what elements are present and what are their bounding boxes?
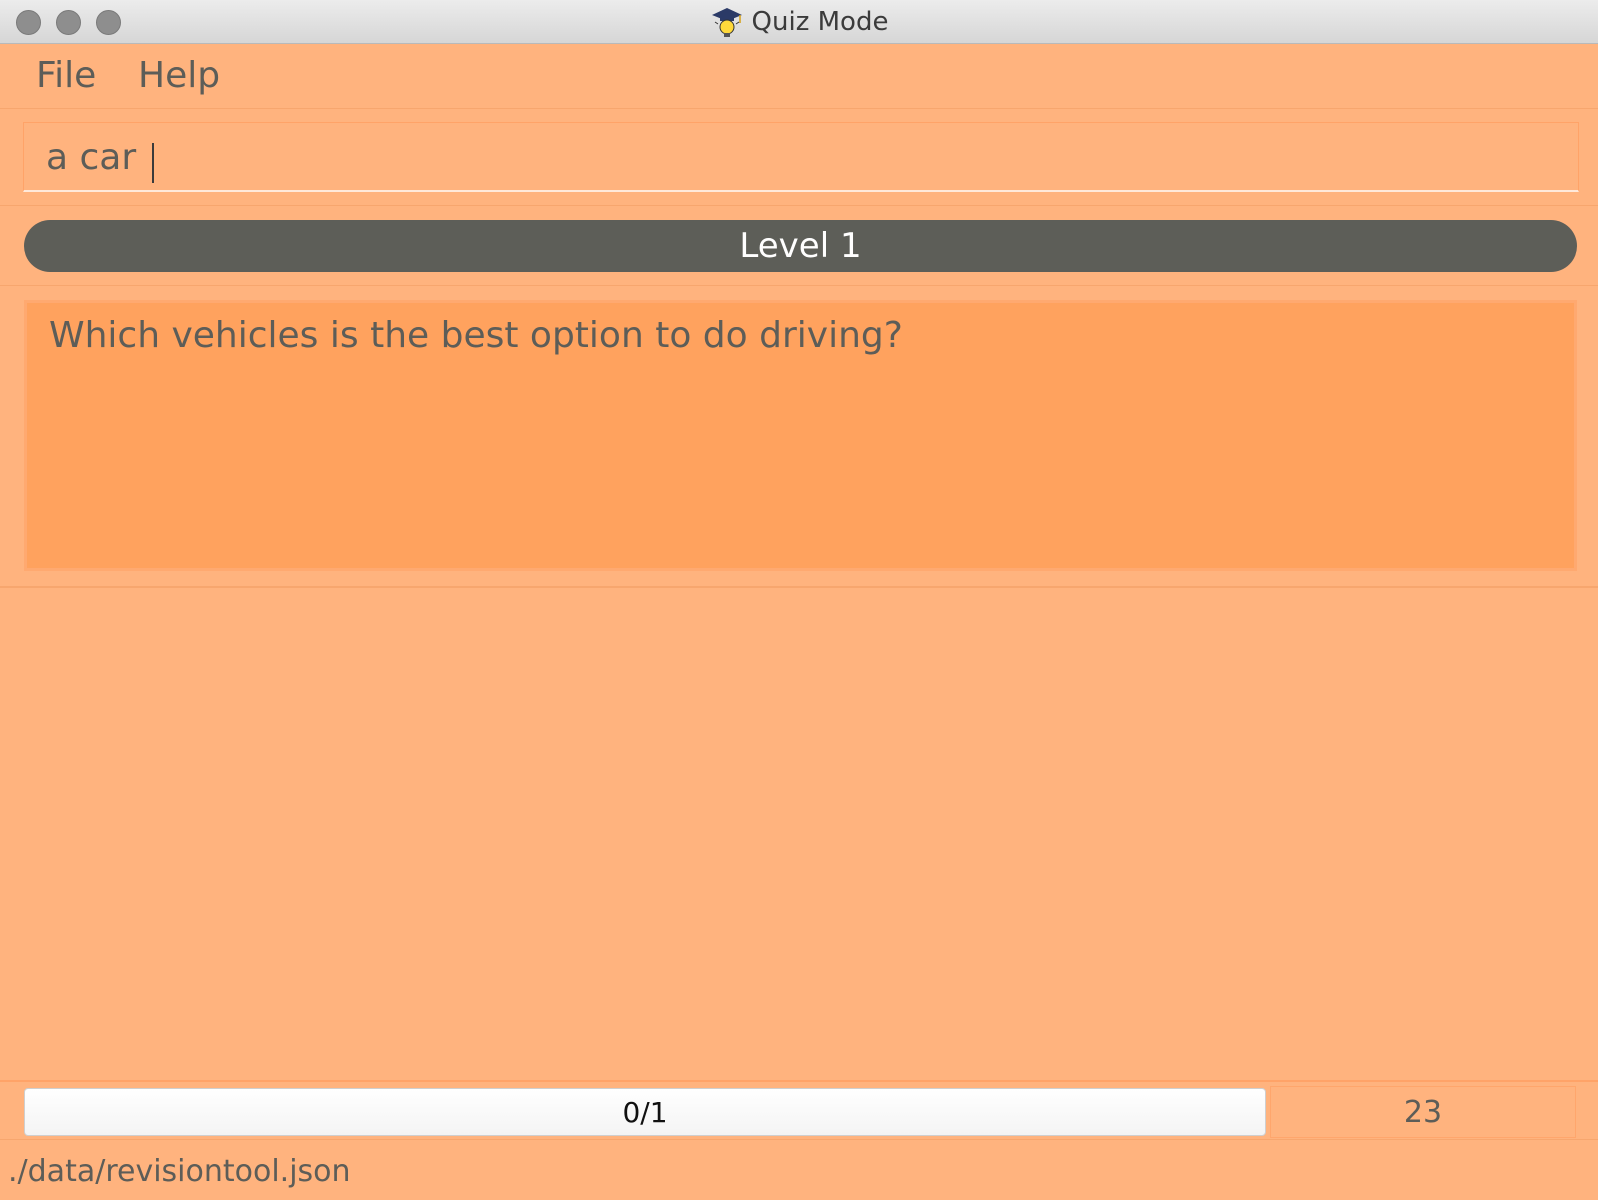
graduation-cap-lightbulb-icon [711, 8, 742, 37]
command-box[interactable] [23, 122, 1579, 192]
menu-bar: File Help [0, 45, 1598, 109]
bottom-bar: 0/1 23 [0, 1080, 1598, 1140]
menu-help[interactable]: Help [138, 55, 220, 96]
status-bar: ./data/revisiontool.json [0, 1142, 1598, 1200]
level-label: Level 1 [739, 226, 862, 266]
question-panel: Which vehicles is the best option to do … [0, 290, 1598, 588]
timer-value: 23 [1403, 1094, 1443, 1130]
title-bar: Quiz Mode [0, 0, 1598, 44]
level-badge: Level 1 [24, 220, 1577, 272]
level-panel: Level 1 [0, 208, 1598, 286]
result-area [0, 590, 1598, 1078]
command-panel [0, 110, 1598, 206]
timer-box: 23 [1270, 1086, 1576, 1138]
command-input[interactable] [46, 133, 1546, 181]
question-card: Which vehicles is the best option to do … [24, 300, 1577, 571]
status-file-path: ./data/revisiontool.json [8, 1154, 351, 1189]
progress-label: 0/1 [622, 1095, 668, 1129]
quiz-progress-bar: 0/1 [24, 1088, 1266, 1136]
title-wrap: Quiz Mode [0, 0, 1598, 44]
quiz-window: Quiz Mode File Help Level 1 Which vehicl… [0, 0, 1598, 1200]
menu-file[interactable]: File [36, 55, 96, 96]
question-text: Which vehicles is the best option to do … [49, 315, 903, 356]
window-title: Quiz Mode [751, 7, 889, 37]
text-caret [152, 143, 154, 183]
